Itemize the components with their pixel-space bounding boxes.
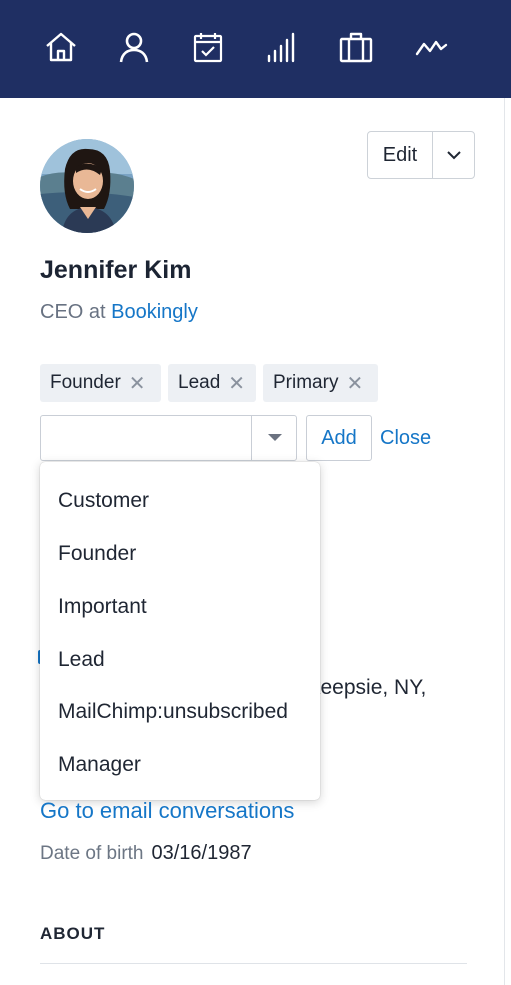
edit-button-group: Edit xyxy=(367,131,475,179)
divider xyxy=(40,963,467,964)
signal-bars-icon[interactable] xyxy=(262,27,302,67)
person-icon[interactable] xyxy=(114,27,154,67)
right-panel-edge xyxy=(504,98,511,985)
tag-select-input[interactable] xyxy=(40,415,297,461)
tag-lead: Lead ✕ xyxy=(168,364,256,402)
chevron-down-icon xyxy=(446,151,461,160)
dropdown-option[interactable]: Customer xyxy=(58,489,149,513)
dob-value: 03/16/1987 xyxy=(151,842,252,864)
home-icon[interactable] xyxy=(41,27,81,67)
close-tag-editor-link[interactable]: Close xyxy=(380,427,431,450)
activity-icon[interactable] xyxy=(411,27,451,67)
tag-label: Founder xyxy=(50,372,121,393)
company-link[interactable]: Bookingly xyxy=(111,301,198,323)
dropdown-option[interactable]: MailChimp:unsubscribed xyxy=(58,700,288,724)
edit-menu-toggle[interactable] xyxy=(433,132,474,178)
contact-name: Jennifer Kim xyxy=(40,256,192,284)
role-prefix: CEO at xyxy=(40,301,112,323)
remove-tag-icon[interactable]: ✕ xyxy=(346,371,363,396)
tag-founder: Founder ✕ xyxy=(40,364,161,402)
tag-label: Lead xyxy=(178,372,221,393)
select-divider xyxy=(251,416,252,460)
dropdown-option[interactable]: Manager xyxy=(58,753,141,777)
tag-label: Primary xyxy=(273,372,339,393)
date-of-birth: Date of birth 03/16/1987 xyxy=(40,842,252,865)
about-section-heading: ABOUT xyxy=(40,924,106,943)
calendar-check-icon[interactable] xyxy=(188,27,228,67)
contact-role: CEO at Bookingly xyxy=(40,301,198,324)
add-tag-button[interactable]: Add xyxy=(306,415,372,461)
dropdown-option[interactable]: Lead xyxy=(58,648,105,672)
tag-primary: Primary ✕ xyxy=(263,364,378,402)
avatar xyxy=(40,139,134,233)
edit-button[interactable]: Edit xyxy=(368,132,433,178)
remove-tag-icon[interactable]: ✕ xyxy=(228,371,245,396)
dropdown-option[interactable]: Founder xyxy=(58,542,136,566)
dob-label: Date of birth xyxy=(40,843,144,864)
tag-options-dropdown: Customer Founder Important Lead MailChim… xyxy=(40,462,320,800)
remove-tag-icon[interactable]: ✕ xyxy=(129,371,146,396)
caret-down-icon[interactable] xyxy=(268,434,282,441)
location-text: keepsie, NY, xyxy=(310,676,427,699)
dropdown-option[interactable]: Important xyxy=(58,595,147,619)
briefcase-icon[interactable] xyxy=(336,27,376,67)
top-nav-bar xyxy=(0,0,511,98)
email-conversations-link[interactable]: Go to email conversations xyxy=(40,798,294,824)
